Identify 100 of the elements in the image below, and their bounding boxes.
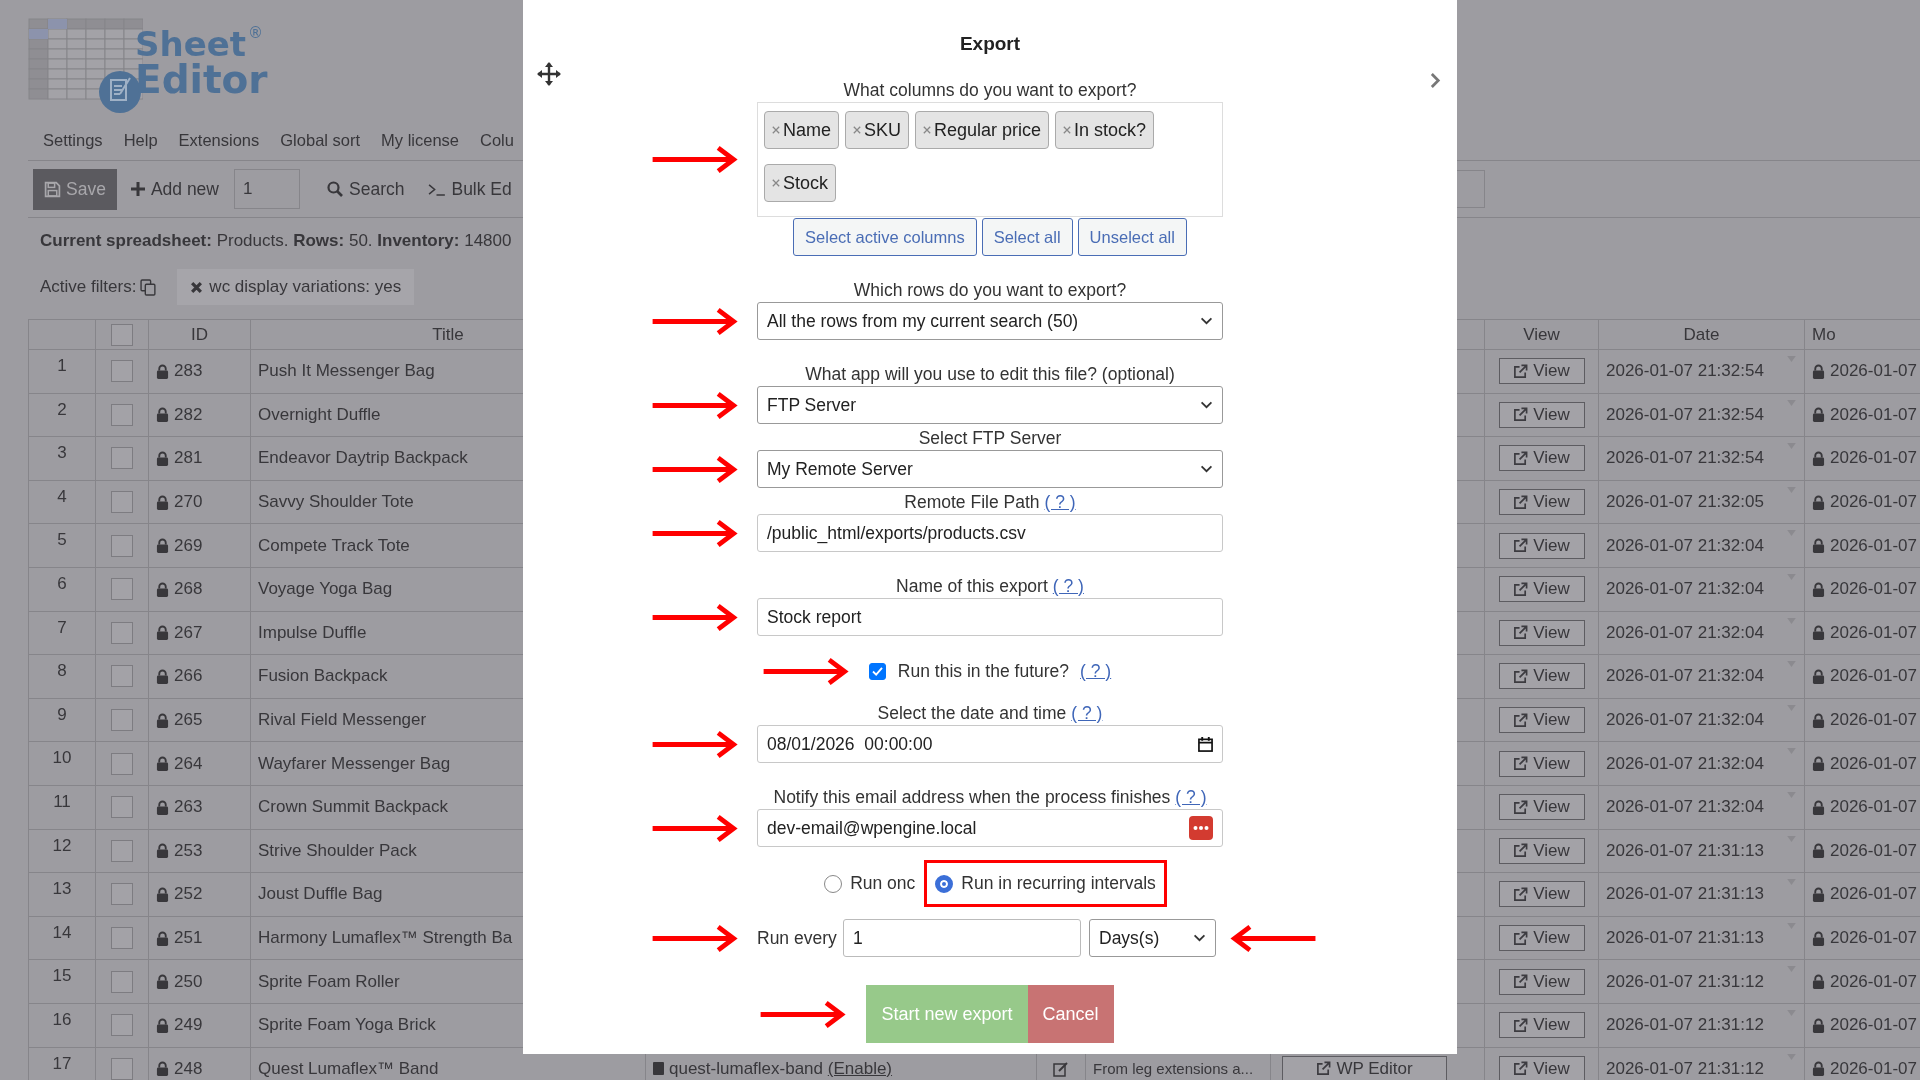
view-button[interactable]: View [1498,401,1585,428]
number-field[interactable]: 1 [843,919,1081,957]
view-button[interactable]: View [1498,794,1585,821]
edit-icon[interactable] [1053,1060,1069,1077]
remove-icon[interactable] [190,280,204,294]
column-button[interactable]: Select active columns [793,218,977,256]
move-icon[interactable] [537,62,561,86]
view-button[interactable]: View [1498,358,1585,385]
dropdown[interactable]: All the rows from my current search (50) [757,302,1223,340]
column-header[interactable]: ID [191,324,208,345]
external-link-icon [1513,451,1529,466]
column-picker[interactable]: Name SKU Regular price In stock? Stock [757,102,1223,217]
checkbox[interactable] [111,360,133,383]
column-header[interactable]: Date [1683,324,1720,345]
remove-icon[interactable] [1063,126,1072,134]
row-number: 12 [52,835,72,856]
cancel-button[interactable]: Cancel [1027,985,1114,1043]
help-link[interactable]: ( ? ) [1044,492,1076,512]
enable-link[interactable]: (Enable) [827,1058,893,1078]
view-button[interactable]: View [1498,1012,1585,1039]
view-button[interactable]: View [1498,663,1585,690]
view-button[interactable]: View [1498,489,1585,516]
column-tag[interactable]: Stock [764,164,837,202]
help-link[interactable]: ( ? ) [1175,787,1207,807]
add-new-button[interactable]: Add new [130,178,219,200]
view-button[interactable]: View [1498,925,1585,951]
copy-icon[interactable] [140,278,158,296]
view-button[interactable]: View [1498,1055,1585,1080]
view-button[interactable]: View [1498,881,1585,908]
column-header[interactable]: View [1523,324,1560,345]
view-button[interactable]: View [1498,532,1585,559]
checkbox[interactable] [111,839,133,862]
remove-icon[interactable] [772,126,780,134]
checkbox[interactable] [111,447,133,470]
search-button[interactable]: Search [327,178,405,200]
column-tag[interactable]: Regular price [915,111,1050,149]
text-field[interactable]: Stock report [757,598,1223,636]
date-field[interactable]: 08/01/2026 00:00:00 [757,725,1223,763]
email-field[interactable]: dev-email@wpengine.local [757,809,1223,847]
checkbox[interactable] [111,970,133,993]
chevron-right-icon[interactable] [1430,72,1441,89]
text-field[interactable]: /public_html/exports/products.csv [757,514,1223,552]
menu-item[interactable]: Extensions [178,130,260,150]
checkbox[interactable] [111,403,133,426]
column-header[interactable]: Title [432,324,464,345]
help-link[interactable]: ( ? ) [1080,661,1112,682]
checkbox[interactable] [111,491,133,514]
view-button[interactable]: View [1498,619,1585,646]
checkbox[interactable] [111,323,133,346]
radio-button[interactable] [824,874,843,893]
checkbox[interactable] [111,1057,133,1080]
column-header[interactable]: Mo [1812,324,1836,345]
remove-icon[interactable] [923,126,932,134]
plus-icon [130,182,145,196]
radio-label[interactable]: Run onc [850,873,916,894]
checkbox[interactable] [868,663,886,680]
menu-item[interactable]: Settings [43,130,103,150]
checkbox[interactable] [111,927,133,949]
checkbox[interactable] [111,709,133,732]
radio-label[interactable]: Run in recurring intervals [961,873,1156,894]
column-button[interactable]: Unselect all [1077,218,1187,256]
radio-button[interactable] [935,874,954,893]
menu-item[interactable]: Help [123,130,158,150]
dropdown[interactable]: FTP Server [757,386,1223,424]
view-button[interactable]: View [1498,750,1585,777]
column-tag[interactable]: SKU [845,111,910,149]
column-tag[interactable]: In stock? [1055,111,1155,149]
date-cell: 2026-01-07 21:32:04 [1606,622,1764,643]
dots-icon[interactable] [1189,816,1213,840]
view-button[interactable]: View [1498,707,1585,734]
checkbox[interactable] [111,1014,133,1037]
help-link[interactable]: ( ? ) [1071,703,1103,723]
checkbox[interactable] [111,665,133,688]
view-button[interactable]: View [1498,837,1585,864]
editor-button[interactable]: WP Editor [1282,1055,1447,1080]
number-field[interactable]: 1 [234,169,300,209]
dropdown[interactable]: Days(s) [1089,919,1216,957]
field-label: Select the date and time [877,703,1067,723]
view-button[interactable]: View [1498,445,1585,472]
filter-chip[interactable]: wc display variations: yes [177,269,415,305]
checkbox[interactable] [111,752,133,775]
checkbox[interactable] [111,796,133,819]
column-tag[interactable]: Name [764,111,839,149]
dropdown[interactable]: My Remote Server [757,450,1223,488]
menu-item[interactable]: Global sort [280,130,361,150]
save-button[interactable]: Save [33,168,117,210]
remove-icon[interactable] [772,179,780,187]
menu-item[interactable]: Colu [480,130,514,150]
checkbox[interactable] [111,621,133,644]
help-link[interactable]: ( ? ) [1052,576,1084,596]
checkbox[interactable] [111,883,133,906]
calendar-icon[interactable] [1198,736,1213,752]
view-button[interactable]: View [1498,968,1585,995]
checkbox[interactable] [111,534,133,557]
menu-item[interactable]: My license [381,130,460,150]
bulk-edit-button[interactable]: Bulk Ed [428,178,512,200]
checkbox[interactable] [111,578,133,601]
view-button[interactable]: View [1498,576,1585,603]
remove-icon[interactable] [853,126,861,134]
column-button[interactable]: Select all [981,218,1073,256]
